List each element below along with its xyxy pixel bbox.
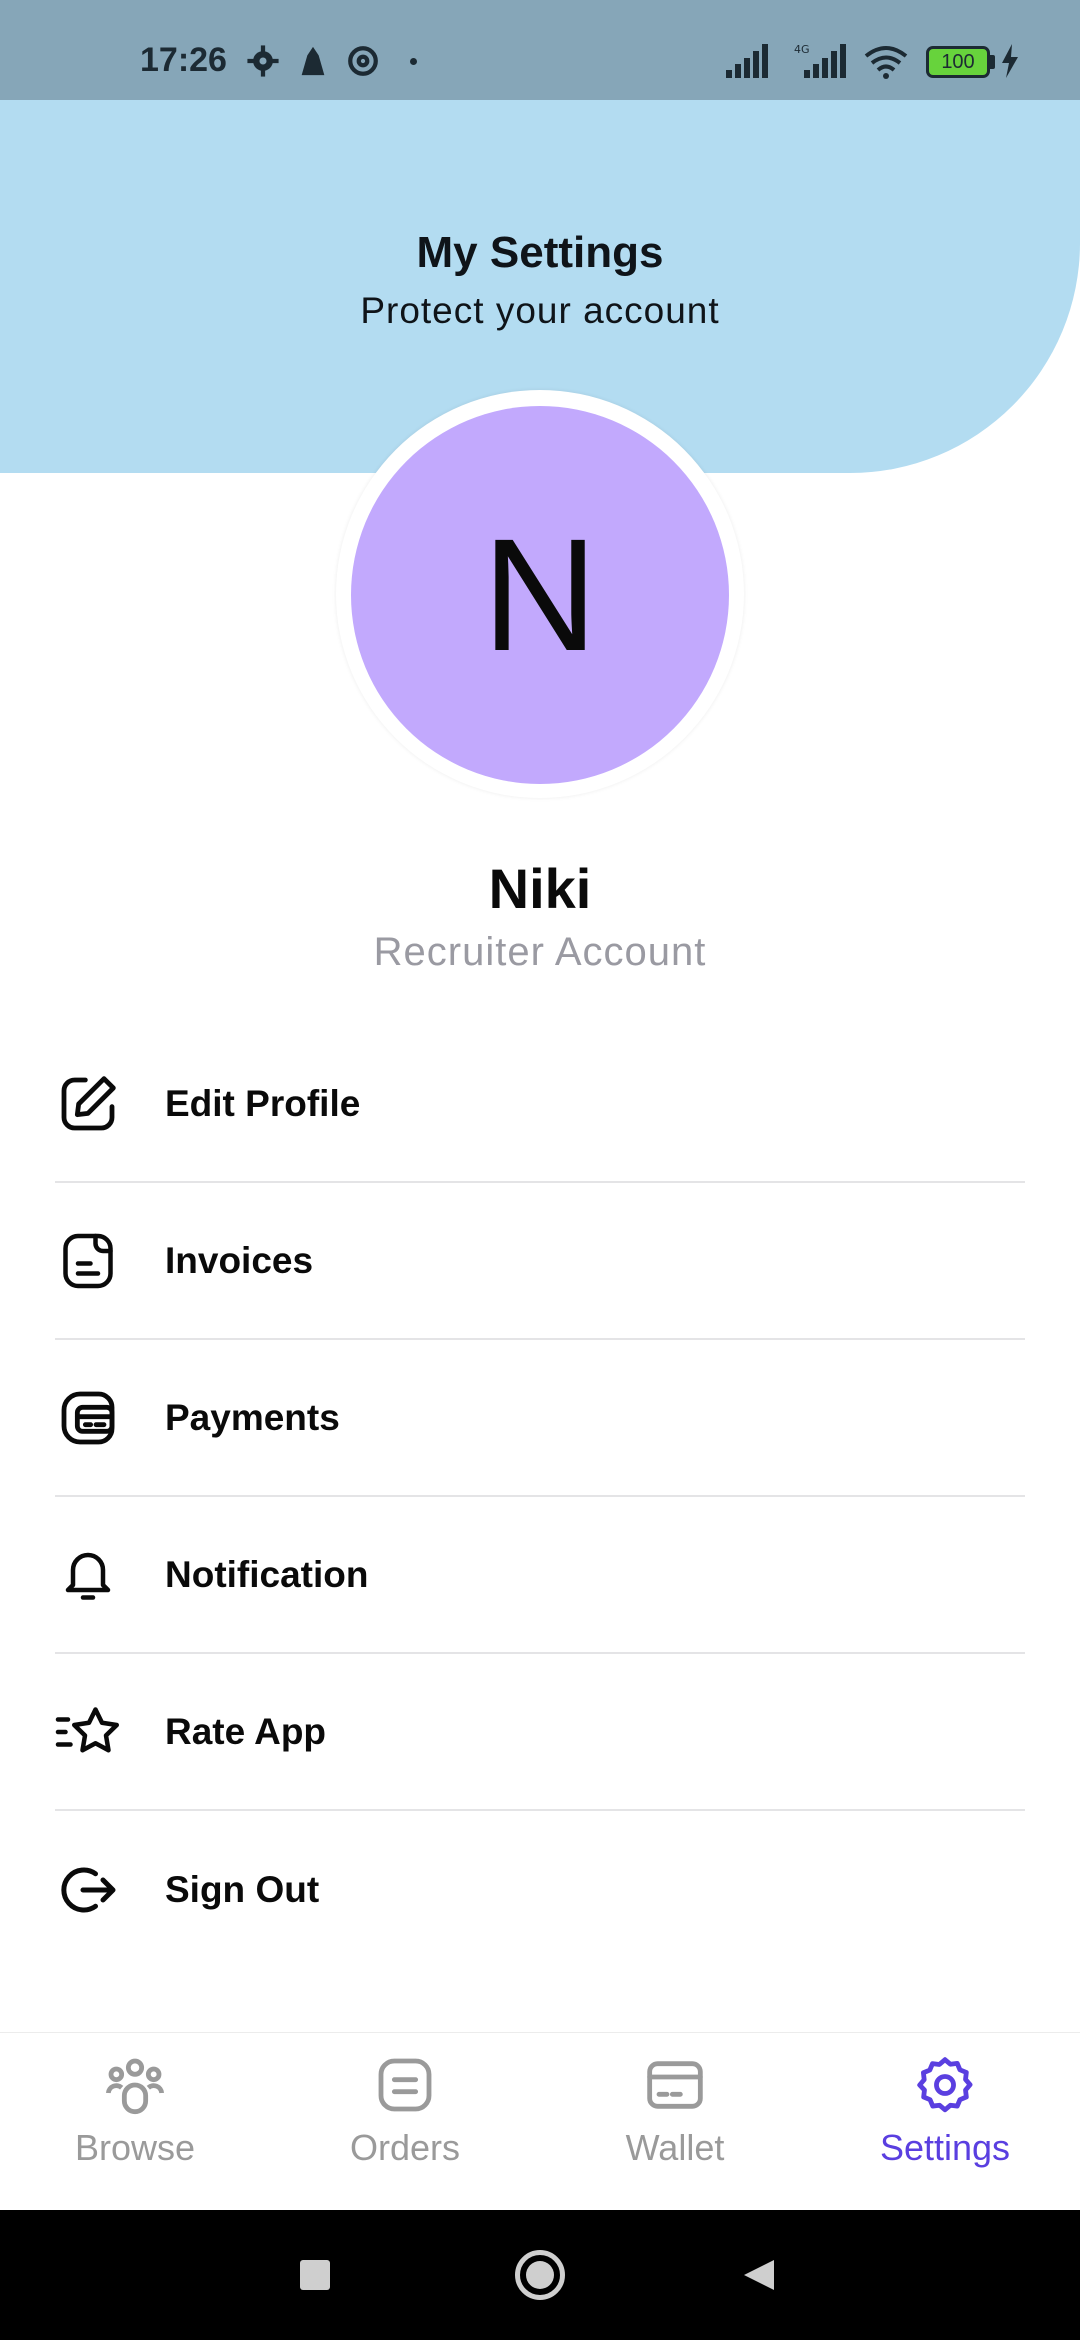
avatar-initial: N (482, 505, 598, 684)
menu-item-rate-app[interactable]: Rate App (55, 1654, 1025, 1811)
system-navigation-bar (0, 2210, 1080, 2340)
user-role: Recruiter Account (373, 930, 707, 974)
home-button[interactable] (515, 2250, 565, 2300)
bell-icon (55, 1542, 121, 1608)
menu-item-sign-out[interactable]: Sign Out (55, 1811, 1025, 1968)
settings-menu: Edit Profile Invoices Payments Notificat… (55, 1026, 1025, 1968)
menu-item-invoices[interactable]: Invoices (55, 1183, 1025, 1340)
nav-settings[interactable]: Settings (810, 2053, 1080, 2169)
menu-label: Invoices (165, 1239, 314, 1281)
nav-orders[interactable]: Orders (270, 2053, 540, 2169)
menu-label: Sign Out (165, 1868, 320, 1910)
star-icon (55, 1699, 121, 1765)
back-button[interactable] (742, 2258, 776, 2292)
status-time: 17:26 (140, 41, 227, 79)
wifi-icon (864, 46, 908, 79)
menu-item-edit-profile[interactable]: Edit Profile (55, 1026, 1025, 1183)
menu-label: Payments (165, 1396, 340, 1438)
nav-label: Wallet (625, 2127, 725, 2168)
at-sign-icon (348, 46, 378, 76)
payments-icon (55, 1385, 121, 1451)
menu-label: Edit Profile (165, 1082, 361, 1124)
recents-button[interactable] (300, 2260, 330, 2290)
nav-label: Orders (349, 2127, 461, 2168)
battery-level: 100 (941, 51, 975, 73)
menu-item-notification[interactable]: Notification (55, 1497, 1025, 1654)
edit-icon (55, 1071, 121, 1137)
users-icon (105, 2058, 165, 2114)
page-title: My Settings (416, 228, 664, 277)
user-name: Niki (488, 857, 592, 920)
nav-label: Settings (879, 2127, 1011, 2168)
wallet-icon (647, 2061, 703, 2109)
page-subtitle: Protect your account (360, 290, 720, 331)
signal-4g-icon: 4G (794, 43, 846, 78)
battery-icon: 100 (926, 46, 990, 78)
signal-icon (726, 44, 768, 78)
menu-label: Rate App (165, 1710, 327, 1752)
battery-tip (990, 55, 995, 69)
bottom-nav: Browse Orders Wallet Settings (0, 2032, 1080, 2210)
avatar: N (351, 406, 729, 784)
menu-label: Notification (165, 1553, 369, 1595)
orders-icon (378, 2058, 432, 2112)
nav-label: Browse (74, 2127, 196, 2168)
sign-out-icon (55, 1857, 121, 1923)
status-bar: 17:26 4G 100 (0, 0, 1080, 100)
nav-browse[interactable]: Browse (0, 2053, 270, 2169)
menu-item-payments[interactable]: Payments (55, 1340, 1025, 1497)
settings-status-icon (247, 45, 279, 77)
gear-icon (917, 2057, 973, 2113)
invoice-icon (55, 1228, 121, 1294)
notification-dot (410, 58, 417, 65)
app-status-icon (301, 46, 325, 76)
svg-text:4G: 4G (794, 43, 810, 56)
nav-wallet[interactable]: Wallet (540, 2053, 810, 2169)
charging-icon (1002, 44, 1018, 78)
